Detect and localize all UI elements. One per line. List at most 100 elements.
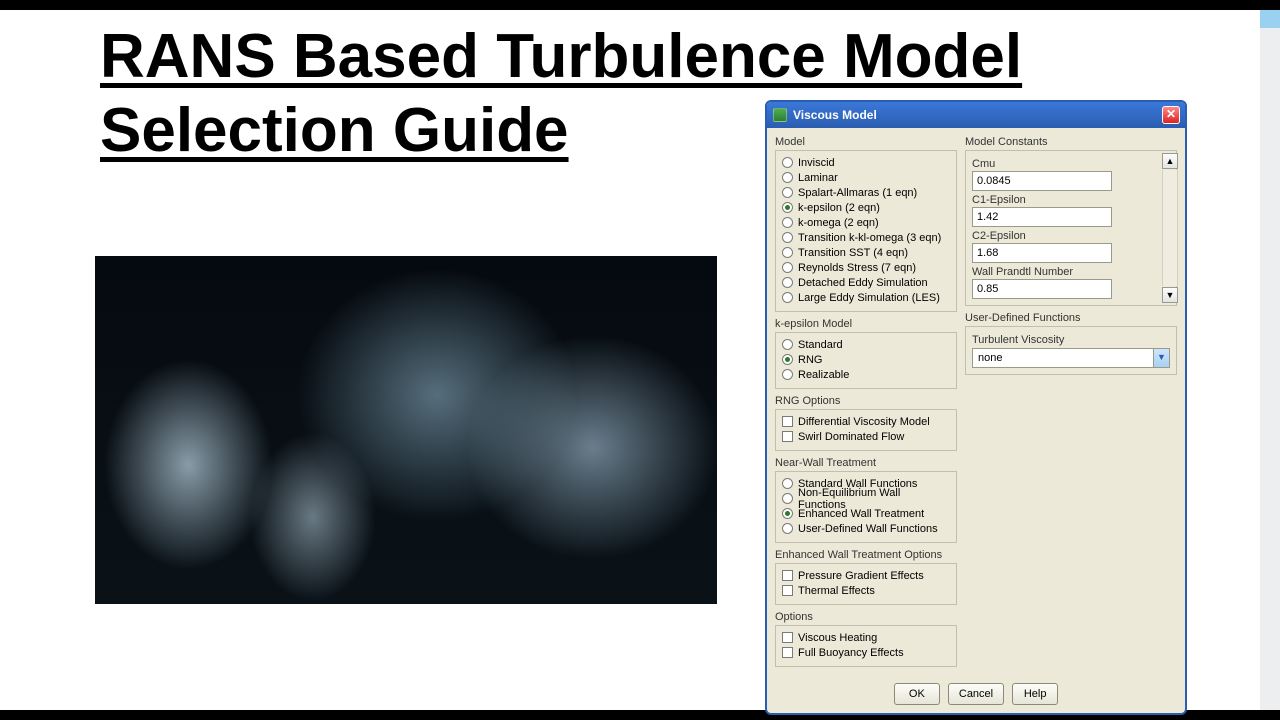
viscous-model-dialog: Viscous Model ✕ Model InviscidLaminar Spa… [765, 100, 1187, 715]
radio-icon[interactable] [782, 369, 793, 380]
ke-model-option-rng[interactable]: RNG [782, 352, 950, 367]
constant-label-cmu: Cmu [972, 158, 1170, 170]
radio-icon[interactable] [782, 292, 793, 303]
chevron-down-icon[interactable]: ▼ [1153, 349, 1169, 367]
rng-option-label: Differential Viscosity Model [798, 416, 930, 428]
constants-label: Model Constants [965, 136, 1177, 148]
right-tool-strip [1260, 10, 1280, 710]
ke-model-option-label: Standard [798, 339, 843, 351]
radio-icon[interactable] [782, 508, 793, 519]
radio-icon[interactable] [782, 217, 793, 228]
options-option-viscous-heating[interactable]: Viscous Heating [782, 630, 950, 645]
ok-button[interactable]: OK [894, 683, 940, 705]
checkbox-icon[interactable] [782, 632, 793, 643]
rng-option-label: Swirl Dominated Flow [798, 431, 904, 443]
cancel-button[interactable]: Cancel [948, 683, 1004, 705]
constant-label-c1-epsilon: C1-Epsilon [972, 194, 1170, 206]
checkbox-icon[interactable] [782, 585, 793, 596]
ewt-option-label: Thermal Effects [798, 585, 875, 597]
checkbox-icon[interactable] [782, 647, 793, 658]
constants-panel: Cmu C1-Epsilon C2-Epsilon Wall Prandtl Numb… [965, 150, 1177, 306]
model-option-large-eddy-simulation-les[interactable]: Large Eddy Simulation (LES) [782, 290, 950, 305]
radio-icon[interactable] [782, 157, 793, 168]
page-title-line2: Selection Guide [100, 96, 569, 165]
ewt-option-thermal-effects[interactable]: Thermal Effects [782, 583, 950, 598]
turb-visc-value: none [973, 352, 1153, 364]
options-group: Viscous Heating Full Buoyancy Effects [775, 625, 957, 667]
near-wall-option-label: Enhanced Wall Treatment [798, 508, 924, 520]
radio-icon[interactable] [782, 232, 793, 243]
constant-label-wall-prandtl-number: Wall Prandtl Number [972, 266, 1170, 278]
checkbox-icon[interactable] [782, 416, 793, 427]
model-option-label: Reynolds Stress (7 eqn) [798, 262, 916, 274]
model-option-k-epsilon-2-eqn[interactable]: k-epsilon (2 eqn) [782, 200, 950, 215]
checkbox-icon[interactable] [782, 570, 793, 581]
rng-options-group: Differential Viscosity Model Swirl Domina… [775, 409, 957, 451]
options-label: Options [775, 611, 957, 623]
model-option-label: Transition SST (4 eqn) [798, 247, 908, 259]
near-wall-label: Near-Wall Treatment [775, 457, 957, 469]
ke-model-option-realizable[interactable]: Realizable [782, 367, 950, 382]
radio-icon[interactable] [782, 187, 793, 198]
ewt-options-label: Enhanced Wall Treatment Options [775, 549, 957, 561]
model-option-laminar[interactable]: Laminar [782, 170, 950, 185]
scroll-down-icon[interactable]: ▼ [1162, 287, 1178, 303]
radio-icon[interactable] [782, 354, 793, 365]
constant-input-wall-prandtl-number[interactable] [972, 279, 1112, 299]
close-icon[interactable]: ✕ [1162, 106, 1180, 124]
near-wall-option-user-defined-wall-functions[interactable]: User-Defined Wall Functions [782, 521, 950, 536]
udf-group: Turbulent Viscosity none ▼ [965, 326, 1177, 375]
near-wall-option-non-equilibrium-wall-functions[interactable]: Non-Equilibrium Wall Functions [782, 491, 950, 506]
model-option-label: Spalart-Allmaras (1 eqn) [798, 187, 917, 199]
model-label: Model [775, 136, 957, 148]
ke-model-option-label: Realizable [798, 369, 849, 381]
rng-option-differential-viscosity-model[interactable]: Differential Viscosity Model [782, 414, 950, 429]
model-option-label: k-epsilon (2 eqn) [798, 202, 880, 214]
scroll-up-icon[interactable]: ▲ [1162, 153, 1178, 169]
model-option-reynolds-stress-7-eqn[interactable]: Reynolds Stress (7 eqn) [782, 260, 950, 275]
options-option-full-buoyancy-effects[interactable]: Full Buoyancy Effects [782, 645, 950, 660]
radio-icon[interactable] [782, 277, 793, 288]
scroll-track[interactable] [1162, 170, 1178, 286]
radio-icon[interactable] [782, 172, 793, 183]
checkbox-icon[interactable] [782, 431, 793, 442]
ke-model-option-standard[interactable]: Standard [782, 337, 950, 352]
rng-options-label: RNG Options [775, 395, 957, 407]
radio-icon[interactable] [782, 523, 793, 534]
near-wall-group: Standard Wall FunctionsNon-Equilibrium W… [775, 471, 957, 543]
radio-icon[interactable] [782, 478, 793, 489]
radio-icon[interactable] [782, 339, 793, 350]
smoke-image [95, 256, 717, 604]
rng-option-swirl-dominated-flow[interactable]: Swirl Dominated Flow [782, 429, 950, 444]
ke-model-label: k-epsilon Model [775, 318, 957, 330]
model-option-label: Detached Eddy Simulation [798, 277, 928, 289]
model-option-inviscid[interactable]: Inviscid [782, 155, 950, 170]
model-option-detached-eddy-simulation[interactable]: Detached Eddy Simulation [782, 275, 950, 290]
model-option-label: k-omega (2 eqn) [798, 217, 879, 229]
constant-input-c2-epsilon[interactable] [972, 243, 1112, 263]
model-option-transition-k-kl-omega-3-eqn[interactable]: Transition k-kl-omega (3 eqn) [782, 230, 950, 245]
dialog-titlebar[interactable]: Viscous Model ✕ [767, 102, 1185, 128]
ewt-options-group: Pressure Gradient Effects Thermal Effects [775, 563, 957, 605]
ewt-option-pressure-gradient-effects[interactable]: Pressure Gradient Effects [782, 568, 950, 583]
turb-visc-label: Turbulent Viscosity [972, 334, 1170, 346]
udf-label: User-Defined Functions [965, 312, 1177, 324]
model-group: InviscidLaminar Spalart-Allmaras (1 eqn) k… [775, 150, 957, 312]
constant-input-c1-epsilon[interactable] [972, 207, 1112, 227]
turb-visc-select[interactable]: none ▼ [972, 348, 1170, 368]
ewt-option-label: Pressure Gradient Effects [798, 570, 924, 582]
model-option-transition-sst-4-eqn[interactable]: Transition SST (4 eqn) [782, 245, 950, 260]
radio-icon[interactable] [782, 202, 793, 213]
dialog-button-row: OK Cancel Help [767, 677, 1185, 713]
radio-icon[interactable] [782, 262, 793, 273]
radio-icon[interactable] [782, 493, 793, 504]
help-button[interactable]: Help [1012, 683, 1058, 705]
app-icon [773, 108, 787, 122]
model-option-spalart-allmaras-1-eqn[interactable]: Spalart-Allmaras (1 eqn) [782, 185, 950, 200]
model-option-k-omega-2-eqn[interactable]: k-omega (2 eqn) [782, 215, 950, 230]
constant-input-cmu[interactable] [972, 171, 1112, 191]
constant-label-c2-epsilon: C2-Epsilon [972, 230, 1170, 242]
radio-icon[interactable] [782, 247, 793, 258]
near-wall-option-label: User-Defined Wall Functions [798, 523, 938, 535]
options-option-label: Full Buoyancy Effects [798, 647, 904, 659]
